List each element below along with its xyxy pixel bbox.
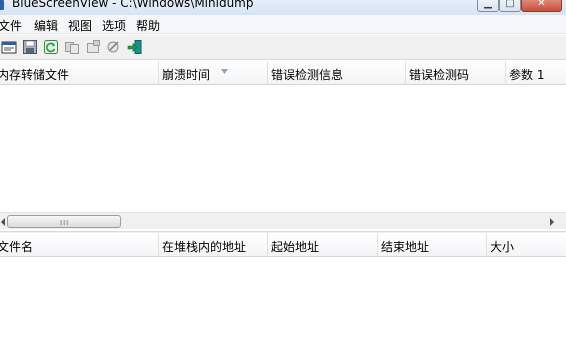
sort-descending-icon	[221, 69, 228, 74]
column-label: 参数 1	[509, 68, 545, 82]
menu-file[interactable]: 文件	[0, 17, 22, 34]
menu-view[interactable]: 视图	[68, 17, 92, 34]
properties-icon[interactable]	[1, 39, 17, 55]
column-from-address[interactable]: 起始地址	[268, 233, 378, 257]
column-label: 错误检测信息	[271, 68, 344, 82]
column-label: 错误检测码	[409, 68, 470, 82]
column-to-address[interactable]: 结束地址	[378, 233, 487, 257]
column-label: 起始地址	[271, 240, 320, 254]
column-label: 内存转储文件	[0, 68, 70, 82]
column-size[interactable]: 大小	[487, 233, 566, 257]
column-bugcheck-code[interactable]: 错误检测码	[406, 61, 506, 85]
menu-help[interactable]: 帮助	[136, 17, 160, 34]
close-button[interactable]: ✕	[521, 0, 562, 12]
scrollbar-thumb[interactable]: III	[7, 215, 121, 228]
column-dump-file[interactable]: 内存转储文件	[0, 61, 159, 85]
html-report-icon[interactable]	[85, 39, 101, 55]
scroll-left-icon[interactable]	[1, 218, 5, 226]
title-bar: BlueScreenView - C:\Windows\Minidump ▁ □…	[0, 0, 566, 15]
exit-icon[interactable]	[127, 39, 143, 55]
crash-list-header: 内存转储文件 崩溃时间 错误检测信息 错误检测码 参数 1	[0, 61, 566, 85]
save-icon[interactable]	[22, 39, 38, 55]
driver-list-pane[interactable]: 文件名 在堆栈内的地址 起始地址 结束地址 大小	[0, 233, 566, 350]
close-icon: ✕	[537, 0, 546, 9]
column-crash-time[interactable]: 崩溃时间	[159, 61, 268, 85]
menu-edit[interactable]: 编辑	[34, 17, 58, 34]
advanced-options-icon[interactable]	[106, 39, 122, 55]
column-label: 文件名	[0, 240, 34, 254]
crash-list-pane[interactable]: 内存转储文件 崩溃时间 错误检测信息 错误检测码 参数 1	[0, 61, 566, 231]
column-label: 结束地址	[381, 240, 430, 254]
app-icon	[0, 0, 4, 10]
minimize-button[interactable]: ▁	[477, 0, 499, 12]
driver-list-header: 文件名 在堆栈内的地址 起始地址 结束地址 大小	[0, 233, 566, 257]
horizontal-scrollbar[interactable]: III	[0, 212, 566, 229]
toolbar	[0, 35, 566, 60]
maximize-icon: □	[505, 0, 515, 9]
column-label: 大小	[490, 240, 515, 254]
copy-icon[interactable]	[64, 39, 80, 55]
menu-bar: 文件 编辑 视图 选项 帮助	[0, 15, 566, 34]
column-parameter-1[interactable]: 参数 1	[506, 61, 566, 85]
scroll-right-icon[interactable]	[550, 218, 554, 226]
column-label: 崩溃时间	[162, 68, 211, 82]
column-label: 在堆栈内的地址	[162, 240, 247, 254]
maximize-button[interactable]: □	[499, 0, 521, 12]
scrollbar-grip: III	[60, 219, 70, 227]
refresh-icon[interactable]	[43, 39, 59, 55]
window-title: BlueScreenView - C:\Windows\Minidump	[12, 0, 254, 10]
minimize-icon: ▁	[484, 0, 492, 9]
column-address-in-stack[interactable]: 在堆栈内的地址	[159, 233, 268, 257]
menu-options[interactable]: 选项	[102, 17, 126, 34]
column-bugcheck-string[interactable]: 错误检测信息	[268, 61, 406, 85]
column-filename[interactable]: 文件名	[0, 233, 159, 257]
